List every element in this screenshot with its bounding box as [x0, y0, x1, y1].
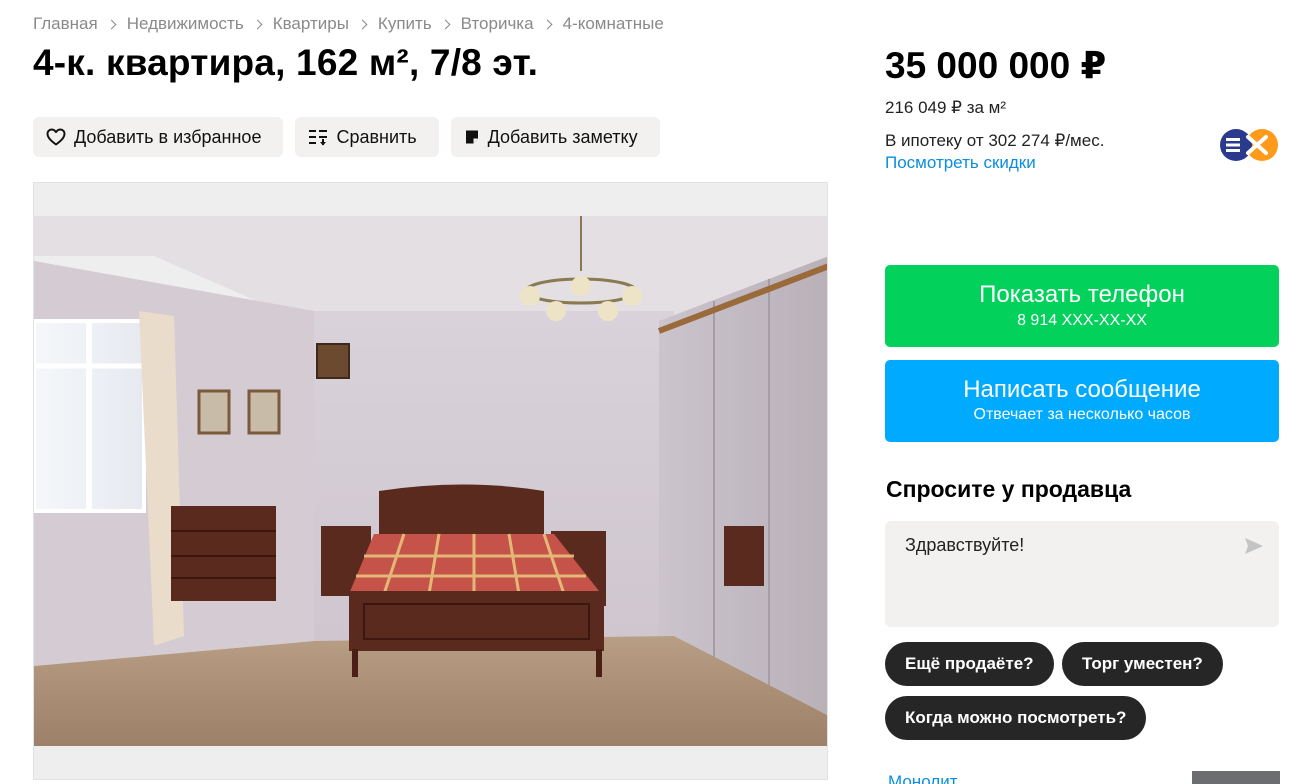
quick-question-negotiable[interactable]: Торг уместен?: [1062, 642, 1223, 686]
bank-logo-icon[interactable]: [1218, 128, 1280, 162]
mortgage-info: В ипотеку от 302 274 ₽/мес.: [885, 131, 1105, 150]
write-message-label: Написать сообщение: [963, 376, 1201, 403]
chevron-right-icon: [357, 19, 368, 29]
show-phone-button[interactable]: Показать телефон 8 914 XXX-XX-XX: [885, 265, 1279, 347]
compare-button[interactable]: Сравнить: [295, 117, 439, 157]
price-total: 35 000 000 ₽: [885, 45, 1107, 86]
partial-bottom-link[interactable]: Монолит: [888, 772, 957, 784]
send-icon[interactable]: [1243, 535, 1265, 557]
compare-label: Сравнить: [336, 126, 417, 147]
breadcrumb-home[interactable]: Главная: [33, 14, 98, 34]
response-time-label: Отвечает за несколько часов: [973, 406, 1191, 423]
compare-list-icon: [309, 130, 328, 146]
breadcrumb: Главная Недвижимость Квартиры Купить Вто…: [33, 14, 664, 34]
ask-seller-box: Здравствуйте!: [885, 521, 1279, 627]
listing-photo[interactable]: [34, 216, 828, 746]
ask-seller-title: Спросите у продавца: [886, 476, 1132, 502]
breadcrumb-4-rooms[interactable]: 4-комнатные: [563, 14, 664, 34]
listing-actions: Добавить в избранное Сравнить Добавить з…: [33, 117, 660, 157]
masked-phone-number: 8 914 XXX-XX-XX: [1017, 312, 1147, 329]
write-message-button[interactable]: Написать сообщение Отвечает за несколько…: [885, 360, 1279, 442]
price-per-meter: 216 049 ₽ за м²: [885, 98, 1007, 117]
breadcrumb-buy[interactable]: Купить: [378, 14, 432, 34]
breadcrumb-real-estate[interactable]: Недвижимость: [127, 14, 244, 34]
quick-question-still-selling[interactable]: Ещё продаёте?: [885, 642, 1054, 686]
partial-thumbnail[interactable]: [1192, 771, 1280, 784]
chevron-right-icon: [542, 19, 553, 29]
note-icon: [465, 130, 478, 144]
show-phone-label: Показать телефон: [979, 281, 1185, 308]
page-title: 4-к. квартира, 162 м², 7/8 эт.: [33, 42, 539, 83]
breadcrumb-apartments[interactable]: Квартиры: [273, 14, 349, 34]
photo-gallery[interactable]: [33, 182, 828, 780]
chevron-right-icon: [106, 19, 117, 29]
ask-seller-message-input[interactable]: Здравствуйте!: [885, 521, 1279, 627]
add-to-favorites-button[interactable]: Добавить в избранное: [33, 117, 284, 157]
add-to-favorites-label: Добавить в избранное: [74, 126, 262, 147]
chevron-right-icon: [440, 19, 451, 29]
heart-outline-icon: [46, 128, 66, 146]
add-note-label: Добавить заметку: [487, 126, 638, 147]
chevron-right-icon: [252, 19, 263, 29]
add-note-button[interactable]: Добавить заметку: [450, 117, 660, 157]
view-discounts-link[interactable]: Посмотреть скидки: [885, 153, 1036, 173]
quick-question-when-to-view[interactable]: Когда можно посмотреть?: [885, 696, 1147, 740]
breadcrumb-secondary[interactable]: Вторичка: [461, 14, 534, 34]
